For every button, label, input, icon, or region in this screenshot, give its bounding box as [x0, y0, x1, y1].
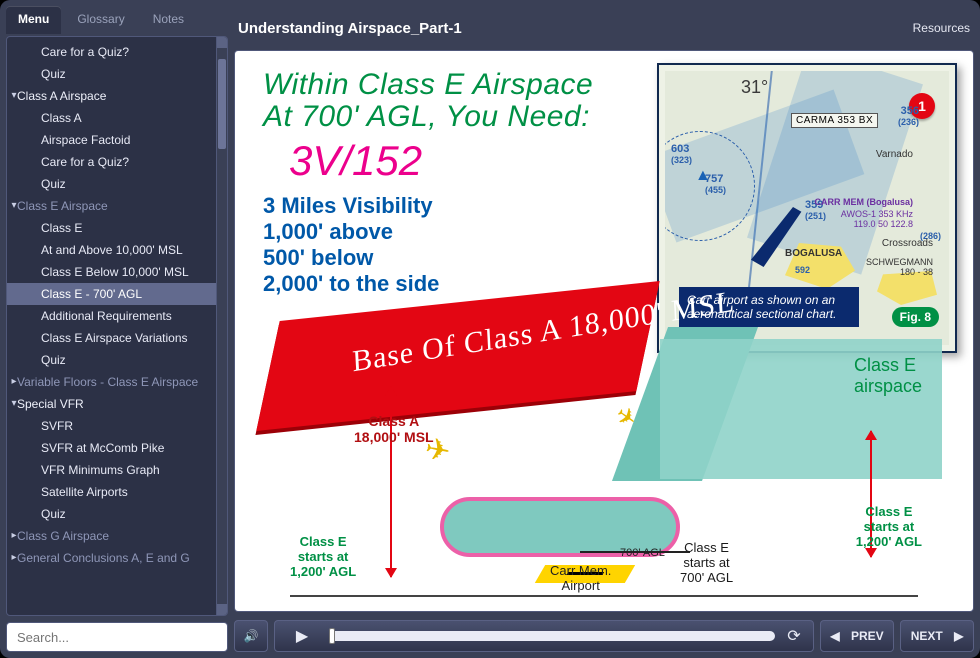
menu-item-label: Class E Airspace Variations — [41, 331, 188, 345]
menu-item-label: General Conclusions A, E and G — [17, 551, 190, 565]
volume-icon: 🔊 — [244, 629, 259, 643]
chevron-left-icon: ◀ — [830, 629, 839, 643]
caret-down-icon — [9, 90, 19, 101]
menu-item[interactable]: Satellite Airports — [7, 481, 227, 503]
menu-item[interactable]: Additional Requirements — [7, 305, 227, 327]
search-input[interactable] — [6, 622, 228, 652]
main: Understanding Airspace_Part-1 Resources … — [234, 6, 974, 652]
menu-item[interactable]: At and Above 10,000' MSL — [7, 239, 227, 261]
menu-item-label: Satellite Airports — [41, 485, 128, 499]
menu-item-label: Class G Airspace — [17, 529, 109, 543]
menu-item[interactable]: Care for a Quiz? — [7, 41, 227, 63]
seek-thumb[interactable] — [329, 628, 335, 644]
menu-item-label: Class E Airspace — [17, 199, 108, 213]
volume-button[interactable]: 🔊 — [234, 620, 268, 652]
menu-item[interactable]: Class A — [7, 107, 227, 129]
menu-item-label: Class A Airspace — [17, 89, 106, 103]
menu-item-label: Class E - 700' AGL — [41, 287, 142, 301]
caret-right-icon — [9, 530, 19, 541]
prev-button[interactable]: ◀ PREV — [820, 620, 894, 652]
search-bar — [6, 622, 228, 652]
menu-list: Care for a Quiz? Quiz Class A Airspace Clas… — [7, 37, 227, 573]
airspace-diagram: Class E airspace Base Of Class A 18,000'… — [260, 301, 948, 597]
caret-right-icon — [9, 552, 19, 563]
menu-item-label: Quiz — [41, 67, 66, 81]
menu-item[interactable]: Airspace Factoid — [7, 129, 227, 151]
caret-down-icon — [9, 200, 19, 211]
menu-item[interactable]: Class E Below 10,000' MSL — [7, 261, 227, 283]
menu-item[interactable]: VFR Minimums Graph — [7, 459, 227, 481]
sidebar-tabs: Menu Glossary Notes — [6, 6, 228, 34]
menu-item-label: Quiz — [41, 507, 66, 521]
titlebar: Understanding Airspace_Part-1 Resources — [234, 6, 974, 50]
headline: Within Class E Airspace At 700' AGL, You… — [263, 69, 593, 132]
chevron-right-icon: ▶ — [954, 629, 963, 643]
tab-notes[interactable]: Notes — [141, 6, 196, 34]
menu-panel: Care for a Quiz? Quiz Class A Airspace Clas… — [6, 36, 228, 616]
play-icon: ▶ — [296, 626, 308, 646]
play-button[interactable]: ▶ — [285, 626, 319, 646]
replay-icon: ⟳ — [787, 626, 800, 646]
replay-button[interactable]: ⟳ — [785, 627, 803, 645]
menu-item-label: Class E Below 10,000' MSL — [41, 265, 189, 279]
menu-item-label: Airspace Factoid — [41, 133, 130, 147]
seek-container: ▶ ⟳ — [274, 620, 814, 652]
caret-right-icon — [9, 376, 19, 387]
menu-section[interactable]: General Conclusions A, E and G — [7, 547, 227, 569]
menu-item-label: At and Above 10,000' MSL — [41, 243, 183, 257]
menu-item-label: Care for a Quiz? — [41, 45, 129, 59]
menu-section[interactable]: Special VFR — [7, 393, 227, 415]
menu-item[interactable]: Class E - 700' AGL — [7, 283, 227, 305]
menu-section[interactable]: Class E Airspace — [7, 195, 227, 217]
sidebar: Menu Glossary Notes Care for a Quiz? Quiz… — [6, 6, 228, 652]
app-window: Menu Glossary Notes Care for a Quiz? Quiz… — [0, 0, 980, 658]
menu-item[interactable]: Quiz — [7, 349, 227, 371]
menu-item-label: Care for a Quiz? — [41, 155, 129, 169]
menu-item-label: SVFR at McComb Pike — [41, 441, 164, 455]
menu-item[interactable]: Class E — [7, 217, 227, 239]
menu-item[interactable]: Class E Airspace Variations — [7, 327, 227, 349]
requirements: 3 Miles Visibility 1,000' above 500' bel… — [263, 193, 439, 297]
callout-arrow-icon — [751, 207, 821, 267]
menu-item-label: VFR Minimums Graph — [41, 463, 160, 477]
scrollbar-thumb[interactable] — [218, 59, 226, 149]
resources-link[interactable]: Resources — [913, 21, 970, 35]
player-bar: 🔊 ▶ ⟳ ◀ PREV NEXT ▶ — [234, 620, 974, 652]
caret-down-icon — [9, 398, 19, 409]
menu-item-label: Variable Floors - Class E Airspace — [17, 375, 198, 389]
menu-item[interactable]: SVFR at McComb Pike — [7, 437, 227, 459]
slide: Within Class E Airspace At 700' AGL, You… — [234, 50, 974, 612]
menu-section[interactable]: Variable Floors - Class E Airspace — [7, 371, 227, 393]
menu-item[interactable]: Care for a Quiz? — [7, 151, 227, 173]
menu-item-label: Additional Requirements — [41, 309, 172, 323]
menu-item-label: Quiz — [41, 353, 66, 367]
page-title: Understanding Airspace_Part-1 — [238, 20, 462, 37]
menu-section[interactable]: Class G Airspace — [7, 525, 227, 547]
menu-item-label: SVFR — [41, 419, 73, 433]
vor-icon: ▲ — [695, 167, 711, 185]
menu-item[interactable]: Quiz — [7, 63, 227, 85]
tab-menu[interactable]: Menu — [6, 6, 61, 34]
menu-item-label: Class A — [41, 111, 82, 125]
menu-item[interactable]: Quiz — [7, 173, 227, 195]
seek-bar[interactable] — [329, 631, 775, 641]
menu-section[interactable]: Class A Airspace — [7, 85, 227, 107]
menu-item[interactable]: Quiz — [7, 503, 227, 525]
chart-degree: 31° — [741, 77, 768, 98]
menu-item-label: Special VFR — [17, 397, 84, 411]
menu-item[interactable]: SVFR — [7, 415, 227, 437]
next-button[interactable]: NEXT ▶ — [900, 620, 974, 652]
menu-item-label: Class E — [41, 221, 82, 235]
scrollbar[interactable] — [216, 37, 227, 615]
headline-code: 3V/152 — [289, 137, 422, 185]
tab-glossary[interactable]: Glossary — [65, 6, 136, 34]
chart-carma-box: CARMA 353 BX — [791, 113, 878, 128]
menu-item-label: Quiz — [41, 177, 66, 191]
